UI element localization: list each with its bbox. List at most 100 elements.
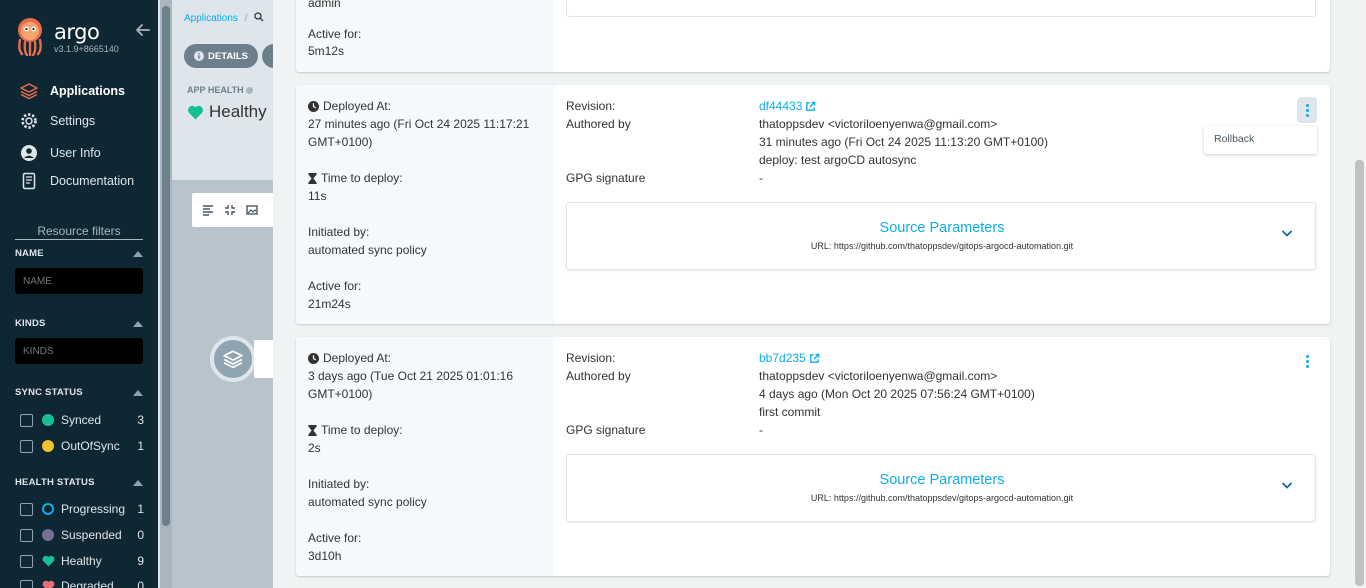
active-for-label: Active for: [308, 27, 362, 41]
history-card-previous: admin Active for: 5m12s [296, 0, 1330, 72]
details-button[interactable]: DETAILS [184, 44, 258, 68]
app-health-text: Healthy [209, 102, 267, 121]
source-parameters-box[interactable]: Source Parameters URL: https://github.co… [566, 454, 1316, 522]
heart-icon [42, 555, 55, 567]
breadcrumb-applications[interactable]: Applications [184, 13, 238, 24]
breadcrumb-separator: / [244, 13, 248, 24]
filter-count: 9 [137, 554, 144, 568]
filter-label: Synced [61, 413, 102, 427]
name-filter-label: NAME [15, 248, 44, 259]
hourglass-icon [308, 172, 317, 184]
arrow-up-circle-icon [42, 440, 54, 452]
time-to-deploy-value: 2s [308, 441, 321, 455]
chevron-down-icon[interactable] [1281, 227, 1293, 239]
filter-label: Healthy [61, 554, 102, 568]
filter-count: 1 [137, 439, 144, 453]
source-parameters-title: Source Parameters [879, 220, 1005, 236]
nav-settings-label: Settings [50, 114, 96, 128]
authored-by-label: Authored by [566, 369, 631, 383]
name-filter-input[interactable] [15, 268, 143, 294]
rollback-menu-item[interactable]: Rollback [1204, 126, 1317, 154]
nav-settings[interactable]: Settings [20, 110, 95, 132]
kinds-filter-header[interactable]: KINDS [15, 318, 143, 329]
sync-status-header[interactable]: SYNC STATUS [15, 387, 143, 398]
checkbox[interactable] [20, 528, 33, 542]
checkbox[interactable] [20, 439, 33, 453]
collapse-triangle-icon[interactable] [133, 479, 143, 486]
details-button-label: DETAILS [208, 50, 248, 62]
gpg-signature-value: - [759, 423, 763, 437]
user-circle-icon [21, 145, 37, 161]
scrollbar-thumb[interactable] [1355, 160, 1364, 586]
revision-label: Revision: [566, 99, 616, 113]
health-status-label: HEALTH STATUS [15, 477, 95, 488]
book-icon [22, 172, 36, 190]
application-node-label-box[interactable] [254, 340, 274, 378]
collapse-triangle-icon[interactable] [133, 320, 143, 327]
compress-icon[interactable] [224, 204, 236, 216]
filter-suspended[interactable]: Suspended 0 [20, 526, 144, 544]
version-label: v3.1.9+8665140 [54, 44, 119, 54]
layers-icon [20, 83, 38, 100]
nav-applications[interactable]: Applications [20, 80, 125, 102]
active-for-label: Active for: [308, 531, 362, 545]
filter-healthy[interactable]: Healthy 9 [20, 552, 144, 570]
filter-count: 1 [137, 502, 144, 516]
app-health-label: APP HEALTH [187, 85, 254, 95]
image-icon[interactable] [246, 204, 258, 216]
resource-graph [172, 180, 273, 588]
sidebar: argo v3.1.9+8665140 Applications Setting… [0, 0, 158, 588]
filter-label: Degraded [61, 579, 114, 588]
authored-time-value: 31 minutes ago (Fri Oct 24 2025 11:13:20… [759, 135, 1048, 149]
align-left-icon[interactable] [202, 204, 214, 216]
name-filter-header[interactable]: NAME [15, 248, 143, 259]
panel-scrollbar[interactable] [1353, 0, 1366, 588]
filter-synced[interactable]: Synced 3 [20, 411, 144, 429]
revision-link[interactable]: bb7d235 [759, 351, 820, 365]
card-partial-text: admin [308, 0, 341, 10]
history-actions-menu-button[interactable] [1297, 97, 1317, 123]
heart-icon [188, 105, 203, 119]
source-parameters-title: Source Parameters [879, 472, 1005, 488]
initiated-by-label: Initiated by: [308, 477, 370, 491]
arrow-left-icon[interactable] [135, 22, 151, 38]
search-icon [254, 12, 264, 22]
author-value: thatoppsdev <victoriloenyenwa@gmail.com> [759, 369, 998, 383]
health-status-header[interactable]: HEALTH STATUS [15, 477, 143, 488]
checkbox[interactable] [20, 413, 33, 427]
help-circle-icon[interactable] [246, 87, 254, 94]
filter-label: OutOfSync [61, 439, 120, 453]
gpg-signature-label: GPG signature [566, 423, 646, 437]
chevron-down-icon[interactable] [1281, 479, 1293, 491]
info-circle-icon [194, 51, 205, 61]
gpg-signature-label: GPG signature [566, 171, 646, 185]
filter-label: Progressing [61, 502, 126, 516]
hourglass-icon [308, 424, 317, 436]
revision-link[interactable]: df44433 [759, 99, 816, 113]
filter-degraded[interactable]: Degraded 0 [20, 577, 144, 588]
checkbox[interactable] [20, 554, 33, 568]
checkbox[interactable] [20, 502, 33, 516]
filter-outofsync[interactable]: OutOfSync 1 [20, 437, 144, 455]
argo-octopus-logo[interactable] [14, 16, 46, 56]
checkbox[interactable] [20, 579, 33, 588]
nav-documentation[interactable]: Documentation [20, 170, 134, 192]
filter-progressing[interactable]: Progressing 1 [20, 500, 144, 518]
collapse-triangle-icon[interactable] [133, 389, 143, 396]
external-link-icon [806, 101, 816, 111]
initiated-by-value: automated sync policy [308, 495, 427, 509]
filter-count: 0 [137, 579, 144, 588]
kinds-filter-input[interactable] [15, 338, 143, 364]
history-card-df44433: Deployed At: 27 minutes ago (Fri Oct 24 … [296, 85, 1330, 324]
history-actions-menu-button[interactable] [1297, 348, 1317, 374]
app-health-value: Healthy [187, 102, 267, 122]
heart-broken-icon [42, 580, 55, 588]
sidebar-scrollbar[interactable] [160, 0, 172, 588]
time-to-deploy-label: Time to deploy: [308, 423, 403, 437]
nav-user-info[interactable]: User Info [20, 142, 101, 164]
source-parameters-box[interactable]: Source Parameters URL: https://github.co… [566, 202, 1316, 270]
scrollbar-thumb[interactable] [162, 6, 170, 526]
source-parameters-box[interactable] [566, 0, 1316, 17]
collapse-triangle-icon[interactable] [133, 250, 143, 257]
application-node[interactable] [210, 336, 256, 382]
